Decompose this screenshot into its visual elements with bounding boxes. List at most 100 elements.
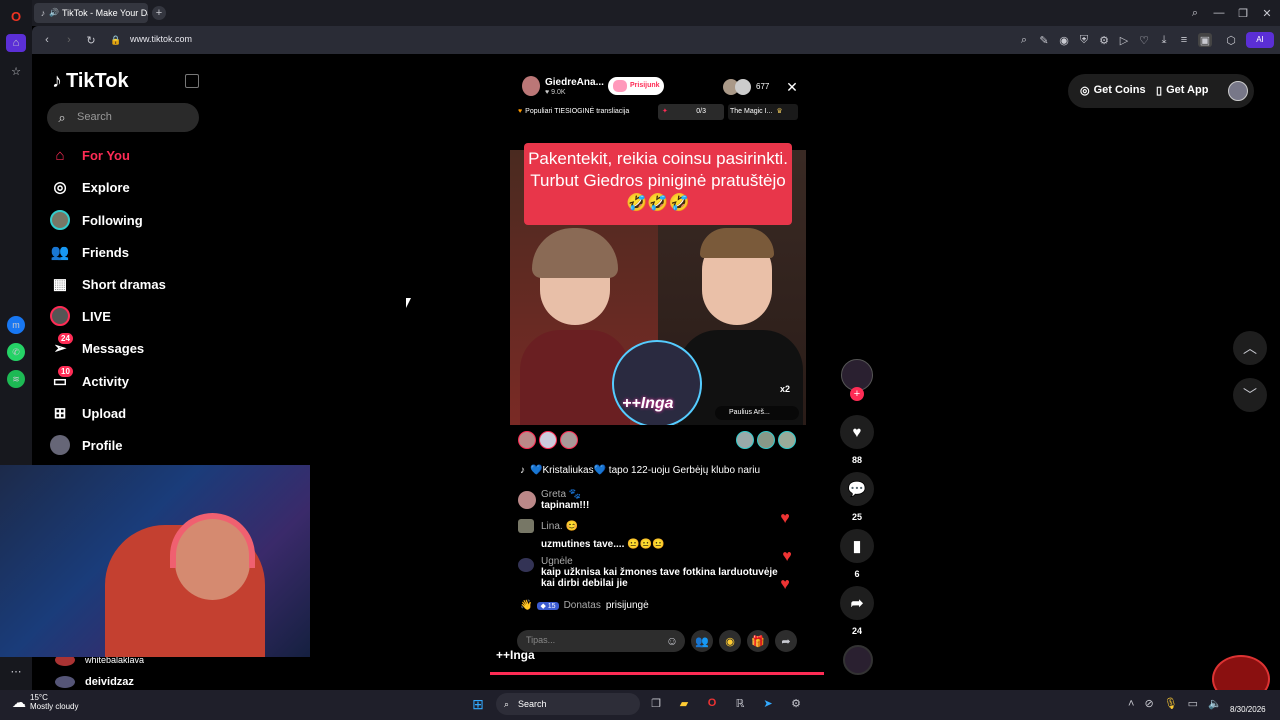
app-icon[interactable]: ℝ xyxy=(732,695,748,711)
windows-start-icon[interactable]: ⊞ xyxy=(470,696,486,712)
microphone-icon[interactable]: 🎙 xyxy=(1164,697,1178,710)
follow-plus-icon[interactable]: + xyxy=(850,387,864,401)
comment-action[interactable]: 💬 25 xyxy=(840,472,874,522)
file-explorer-icon[interactable]: ▰ xyxy=(676,695,692,711)
close-window-icon[interactable]: ✕ xyxy=(1260,6,1274,20)
sidebar-item-activity[interactable]: ▭ 10 Activity xyxy=(50,366,200,393)
ai-button[interactable]: AI xyxy=(1246,32,1274,48)
sidebar-item-label: Activity xyxy=(82,373,129,389)
collapse-sidebar-icon[interactable] xyxy=(185,74,199,88)
gift-badge-icon[interactable]: ◉ xyxy=(719,630,741,652)
share-icon[interactable]: ➦ xyxy=(840,586,874,620)
weather-widget[interactable]: ☁ 15°C Mostly cloudy xyxy=(12,693,78,711)
save-action[interactable]: ▮ 6 xyxy=(840,529,874,579)
opera-logo-icon[interactable]: O xyxy=(6,7,26,25)
chat-message[interactable]: uzmutines tave.... 😐😐😐 xyxy=(541,539,665,550)
ranking-banner[interactable]: ♥ Populiari TIESIOGINĖ transliacija xyxy=(518,105,648,118)
extensions-icon[interactable]: ⬡ xyxy=(1224,33,1238,47)
like-action[interactable]: ♥ 88 xyxy=(840,415,874,465)
left-team-avatars[interactable] xyxy=(518,431,578,449)
volume-icon[interactable]: 🔈 xyxy=(1208,697,1222,710)
join-text: prisijungė xyxy=(605,600,649,611)
new-tab-icon[interactable]: + xyxy=(152,6,166,20)
display-icon[interactable]: ▭ xyxy=(1188,697,1198,710)
back-icon[interactable]: ‹ xyxy=(40,33,54,47)
host-name[interactable]: GiedreAna... xyxy=(545,77,604,88)
emoji-icon[interactable]: ☺ xyxy=(665,634,679,648)
bookmark-icon[interactable]: ▮ xyxy=(840,529,874,563)
translate-icon[interactable]: ⚙ xyxy=(1098,33,1110,47)
guest-name-tag[interactable]: Paulius Arš... xyxy=(715,406,799,420)
sidebar-item-short-dramas[interactable]: ▦ Short dramas xyxy=(50,272,200,296)
scroll-up-icon[interactable]: ︿ xyxy=(1233,331,1267,365)
get-app-link[interactable]: ▯ Get App xyxy=(1156,84,1208,97)
star-icon[interactable]: ☆ xyxy=(6,62,26,80)
whatsapp-icon[interactable]: ✆ xyxy=(7,343,25,361)
tab-search-icon[interactable]: ⌕ xyxy=(1188,6,1202,20)
join-button[interactable]: Prisijunk xyxy=(608,77,664,95)
wallet-icon[interactable]: ▣ xyxy=(1198,33,1212,47)
comment-icon[interactable]: 💬 xyxy=(840,472,874,506)
close-live-icon[interactable]: ✕ xyxy=(784,79,800,95)
spotify-icon[interactable]: ≋ xyxy=(7,370,25,388)
user-avatar[interactable] xyxy=(1228,81,1248,101)
viewer-count[interactable]: 677 xyxy=(756,82,769,91)
tiktok-logo[interactable]: ♪ TikTok xyxy=(52,70,129,93)
telegram-icon[interactable]: ➤ xyxy=(760,695,776,711)
sidebar-item-explore[interactable]: ◎ Explore xyxy=(50,175,200,199)
play-icon[interactable]: ▷ xyxy=(1118,33,1130,47)
messenger-icon[interactable]: m xyxy=(7,316,25,334)
sidebar-item-for-you[interactable]: ⌂ For You xyxy=(50,143,200,167)
forward-icon[interactable]: › xyxy=(62,33,76,47)
download-icon[interactable]: ⤓ xyxy=(1158,33,1170,47)
more-icon[interactable]: ⋯ xyxy=(6,662,26,680)
share-live-icon[interactable]: ➦ xyxy=(775,630,797,652)
goal-progress[interactable]: ✦ 0/3 xyxy=(658,104,724,120)
sidebar-item-messages[interactable]: ➢ 24 Messages xyxy=(50,333,200,360)
clock-date[interactable]: 8/30/2026 xyxy=(1230,705,1266,714)
following-account[interactable]: deividzaz xyxy=(55,676,134,688)
sidebar-item-live[interactable]: LIVE xyxy=(50,304,200,328)
share-action[interactable]: ➦ 24 xyxy=(840,586,874,636)
taskbar-search[interactable]: ⌕ Search xyxy=(496,693,640,715)
opera-taskbar-icon[interactable]: O xyxy=(704,695,720,711)
edit-icon[interactable]: ✎ xyxy=(1038,33,1050,47)
sidebar-item-profile[interactable]: Profile xyxy=(50,433,200,457)
right-team-avatars[interactable] xyxy=(736,431,796,449)
home-icon[interactable]: ⌂ xyxy=(6,34,26,52)
comment-input[interactable]: Tipas... ☺ xyxy=(517,630,685,652)
heart-outline-icon[interactable]: ♡ xyxy=(1138,33,1150,47)
chat-message[interactable]: Greta 🐾 tapinam!!! xyxy=(518,489,589,511)
url-field[interactable]: www.tiktok.com xyxy=(130,34,192,44)
progress-bar[interactable] xyxy=(490,672,824,675)
sidebar-item-friends[interactable]: 👥 Friends xyxy=(50,240,200,264)
gift-icon[interactable]: 🎁 xyxy=(747,630,769,652)
shield-icon[interactable]: ⛨ xyxy=(1078,33,1090,47)
network-off-icon[interactable]: ⊘ xyxy=(1144,697,1153,710)
reload-icon[interactable]: ↻ xyxy=(84,33,98,47)
search-input[interactable]: ⌕ Search xyxy=(47,103,199,132)
host-avatar[interactable] xyxy=(522,76,540,96)
tab-tiktok[interactable]: ♪ 🔊 TikTok - Make Your Da xyxy=(34,3,148,23)
speaker-icon[interactable]: 🔊 xyxy=(49,7,59,19)
sidebar-item-following[interactable]: Following xyxy=(50,208,200,232)
minimize-icon[interactable]: — xyxy=(1212,6,1226,20)
menu-icon[interactable]: ≡ xyxy=(1178,33,1190,47)
zoom-icon[interactable]: ⌕ xyxy=(1018,33,1030,47)
settings-icon[interactable]: ⚙ xyxy=(788,695,804,711)
scroll-down-icon[interactable]: ﹀ xyxy=(1233,378,1267,412)
sound-disc[interactable] xyxy=(843,645,873,675)
camera-icon[interactable]: ◉ xyxy=(1058,33,1070,47)
compass-icon: ◎ xyxy=(53,179,67,196)
chevron-up-icon[interactable]: ˄ xyxy=(1128,697,1134,710)
fan-club-button-icon[interactable]: 👥 xyxy=(691,630,713,652)
goal-title[interactable]: The Magic I... ♛ xyxy=(728,104,798,120)
chat-message[interactable]: Lina. 😊 xyxy=(518,519,578,533)
maximize-icon[interactable]: ❐ xyxy=(1236,6,1250,20)
heart-icon[interactable]: ♥ xyxy=(840,415,874,449)
viewer-avatars[interactable] xyxy=(723,79,753,95)
chat-message[interactable]: Ugnėle kaip užknisa kai žmones tave fotk… xyxy=(518,556,788,589)
get-coins-link[interactable]: ◎ Get Coins xyxy=(1080,84,1146,97)
task-view-icon[interactable]: ❐ xyxy=(648,695,664,711)
sidebar-item-upload[interactable]: ⊞ Upload xyxy=(50,401,200,425)
